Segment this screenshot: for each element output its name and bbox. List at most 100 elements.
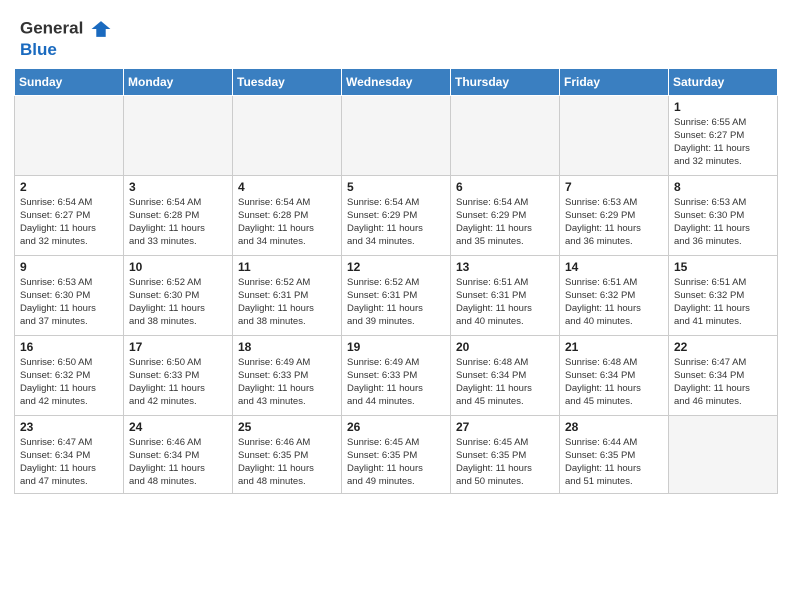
- day-info: Sunrise: 6:46 AM Sunset: 6:34 PM Dayligh…: [129, 436, 227, 489]
- calendar-cell: 3 Sunrise: 6:54 AM Sunset: 6:28 PM Daylig…: [124, 175, 233, 255]
- day-number: 28: [565, 420, 663, 434]
- calendar-cell: 4 Sunrise: 6:54 AM Sunset: 6:28 PM Daylig…: [233, 175, 342, 255]
- calendar-cell: 2Sunrise: 6:54 AM Sunset: 6:27 PM Daylig…: [15, 175, 124, 255]
- day-number: 5: [347, 180, 445, 194]
- day-info: Sunrise: 6:54 AM Sunset: 6:29 PM Dayligh…: [347, 196, 445, 249]
- day-number: 8: [674, 180, 772, 194]
- day-info: Sunrise: 6:53 AM Sunset: 6:29 PM Dayligh…: [565, 196, 663, 249]
- day-number: 17: [129, 340, 227, 354]
- day-info: Sunrise: 6:47 AM Sunset: 6:34 PM Dayligh…: [20, 436, 118, 489]
- calendar-cell: 13 Sunrise: 6:51 AM Sunset: 6:31 PM Dayli…: [451, 255, 560, 335]
- day-number: 9: [20, 260, 118, 274]
- calendar-table: SundayMondayTuesdayWednesdayThursdayFrid…: [14, 68, 778, 494]
- calendar-cell: 16 Sunrise: 6:50 AM Sunset: 6:32 PM Dayli…: [15, 335, 124, 415]
- day-info: Sunrise: 6:54 AM Sunset: 6:29 PM Dayligh…: [456, 196, 554, 249]
- logo-blue: Blue: [20, 40, 112, 60]
- day-number: 7: [565, 180, 663, 194]
- calendar-week-row: 16 Sunrise: 6:50 AM Sunset: 6:32 PM Dayli…: [15, 335, 778, 415]
- day-info: Sunrise: 6:49 AM Sunset: 6:33 PM Dayligh…: [347, 356, 445, 409]
- day-number: 6: [456, 180, 554, 194]
- calendar-cell: [560, 95, 669, 175]
- day-info: Sunrise: 6:45 AM Sunset: 6:35 PM Dayligh…: [456, 436, 554, 489]
- logo-bird-icon: [90, 18, 112, 40]
- calendar-cell: 1 Sunrise: 6:55 AM Sunset: 6:27 PM Daylig…: [669, 95, 778, 175]
- calendar-week-row: 9 Sunrise: 6:53 AM Sunset: 6:30 PM Daylig…: [15, 255, 778, 335]
- day-info: Sunrise: 6:51 AM Sunset: 6:32 PM Dayligh…: [565, 276, 663, 329]
- calendar-cell: 6 Sunrise: 6:54 AM Sunset: 6:29 PM Daylig…: [451, 175, 560, 255]
- calendar-cell: 17 Sunrise: 6:50 AM Sunset: 6:33 PM Dayli…: [124, 335, 233, 415]
- day-info: Sunrise: 6:51 AM Sunset: 6:32 PM Dayligh…: [674, 276, 772, 329]
- day-info: Sunrise: 6:49 AM Sunset: 6:33 PM Dayligh…: [238, 356, 336, 409]
- calendar-cell: [15, 95, 124, 175]
- calendar-wrapper: SundayMondayTuesdayWednesdayThursdayFrid…: [0, 68, 792, 508]
- page: General Blue SundayMondayTuesdayWednesda…: [0, 0, 792, 612]
- calendar-cell: 21 Sunrise: 6:48 AM Sunset: 6:34 PM Dayli…: [560, 335, 669, 415]
- day-info: Sunrise: 6:51 AM Sunset: 6:31 PM Dayligh…: [456, 276, 554, 329]
- calendar-cell: 5 Sunrise: 6:54 AM Sunset: 6:29 PM Daylig…: [342, 175, 451, 255]
- day-info: Sunrise: 6:48 AM Sunset: 6:34 PM Dayligh…: [565, 356, 663, 409]
- calendar-cell: 19 Sunrise: 6:49 AM Sunset: 6:33 PM Dayli…: [342, 335, 451, 415]
- day-info: Sunrise: 6:48 AM Sunset: 6:34 PM Dayligh…: [456, 356, 554, 409]
- day-number: 14: [565, 260, 663, 274]
- day-number: 18: [238, 340, 336, 354]
- day-number: 20: [456, 340, 554, 354]
- day-info: Sunrise: 6:45 AM Sunset: 6:35 PM Dayligh…: [347, 436, 445, 489]
- day-info: Sunrise: 6:47 AM Sunset: 6:34 PM Dayligh…: [674, 356, 772, 409]
- calendar-cell: 28 Sunrise: 6:44 AM Sunset: 6:35 PM Dayli…: [560, 415, 669, 493]
- day-info: Sunrise: 6:55 AM Sunset: 6:27 PM Dayligh…: [674, 116, 772, 169]
- calendar-cell: 12Sunrise: 6:52 AM Sunset: 6:31 PM Dayli…: [342, 255, 451, 335]
- day-number: 27: [456, 420, 554, 434]
- day-number: 13: [456, 260, 554, 274]
- weekday-header-tuesday: Tuesday: [233, 68, 342, 95]
- day-number: 25: [238, 420, 336, 434]
- weekday-header-wednesday: Wednesday: [342, 68, 451, 95]
- day-number: 1: [674, 100, 772, 114]
- calendar-cell: 22 Sunrise: 6:47 AM Sunset: 6:34 PM Dayli…: [669, 335, 778, 415]
- day-number: 12: [347, 260, 445, 274]
- day-number: 16: [20, 340, 118, 354]
- day-number: 21: [565, 340, 663, 354]
- weekday-header-thursday: Thursday: [451, 68, 560, 95]
- day-info: Sunrise: 6:53 AM Sunset: 6:30 PM Dayligh…: [20, 276, 118, 329]
- logo: General Blue: [20, 18, 112, 60]
- day-info: Sunrise: 6:54 AM Sunset: 6:28 PM Dayligh…: [129, 196, 227, 249]
- calendar-cell: [233, 95, 342, 175]
- calendar-header-row: SundayMondayTuesdayWednesdayThursdayFrid…: [15, 68, 778, 95]
- day-info: Sunrise: 6:54 AM Sunset: 6:28 PM Dayligh…: [238, 196, 336, 249]
- calendar-cell: 9 Sunrise: 6:53 AM Sunset: 6:30 PM Daylig…: [15, 255, 124, 335]
- weekday-header-monday: Monday: [124, 68, 233, 95]
- day-number: 15: [674, 260, 772, 274]
- day-number: 26: [347, 420, 445, 434]
- calendar-cell: 27 Sunrise: 6:45 AM Sunset: 6:35 PM Dayli…: [451, 415, 560, 493]
- day-number: 4: [238, 180, 336, 194]
- day-info: Sunrise: 6:50 AM Sunset: 6:32 PM Dayligh…: [20, 356, 118, 409]
- calendar-week-row: 23 Sunrise: 6:47 AM Sunset: 6:34 PM Dayli…: [15, 415, 778, 493]
- calendar-cell: 14 Sunrise: 6:51 AM Sunset: 6:32 PM Dayli…: [560, 255, 669, 335]
- day-number: 19: [347, 340, 445, 354]
- day-number: 22: [674, 340, 772, 354]
- day-number: 24: [129, 420, 227, 434]
- calendar-cell: 25Sunrise: 6:46 AM Sunset: 6:35 PM Dayli…: [233, 415, 342, 493]
- calendar-cell: 26 Sunrise: 6:45 AM Sunset: 6:35 PM Dayli…: [342, 415, 451, 493]
- day-number: 3: [129, 180, 227, 194]
- calendar-cell: [451, 95, 560, 175]
- weekday-header-sunday: Sunday: [15, 68, 124, 95]
- day-info: Sunrise: 6:52 AM Sunset: 6:30 PM Dayligh…: [129, 276, 227, 329]
- day-info: Sunrise: 6:44 AM Sunset: 6:35 PM Dayligh…: [565, 436, 663, 489]
- calendar-cell: 15 Sunrise: 6:51 AM Sunset: 6:32 PM Dayli…: [669, 255, 778, 335]
- day-info: Sunrise: 6:50 AM Sunset: 6:33 PM Dayligh…: [129, 356, 227, 409]
- calendar-cell: 23 Sunrise: 6:47 AM Sunset: 6:34 PM Dayli…: [15, 415, 124, 493]
- day-number: 10: [129, 260, 227, 274]
- calendar-cell: 7 Sunrise: 6:53 AM Sunset: 6:29 PM Daylig…: [560, 175, 669, 255]
- day-number: 23: [20, 420, 118, 434]
- day-info: Sunrise: 6:53 AM Sunset: 6:30 PM Dayligh…: [674, 196, 772, 249]
- calendar-cell: 11Sunrise: 6:52 AM Sunset: 6:31 PM Dayli…: [233, 255, 342, 335]
- calendar-week-row: 1 Sunrise: 6:55 AM Sunset: 6:27 PM Daylig…: [15, 95, 778, 175]
- calendar-cell: [669, 415, 778, 493]
- weekday-header-friday: Friday: [560, 68, 669, 95]
- header: General Blue: [0, 0, 792, 68]
- day-number: 11: [238, 260, 336, 274]
- calendar-cell: 8 Sunrise: 6:53 AM Sunset: 6:30 PM Daylig…: [669, 175, 778, 255]
- calendar-cell: 20 Sunrise: 6:48 AM Sunset: 6:34 PM Dayli…: [451, 335, 560, 415]
- calendar-cell: [342, 95, 451, 175]
